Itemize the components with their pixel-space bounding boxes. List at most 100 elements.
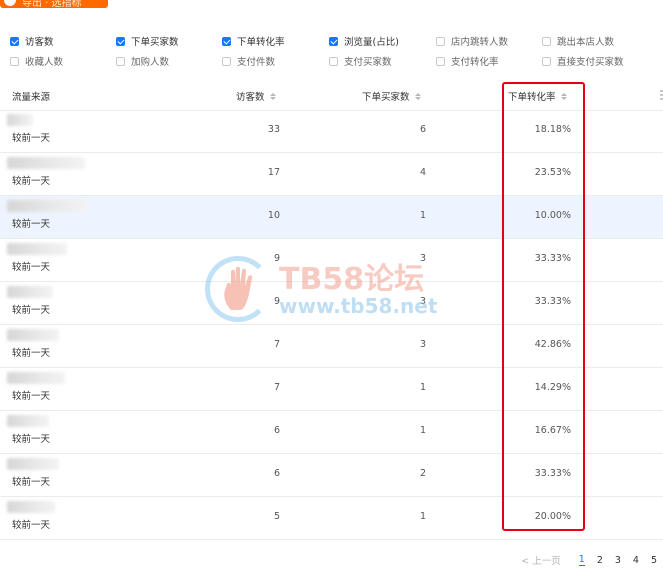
table-row[interactable]: 较前一天 17 4 23.53% (0, 153, 663, 196)
column-label: 访客数 (236, 92, 265, 103)
page-4-button[interactable]: 4 (633, 555, 639, 566)
cell-order-buyers: 1 (419, 511, 426, 522)
cell-visitors: 5 (273, 511, 280, 522)
filter-favorites[interactable]: 收藏人数 (10, 54, 63, 68)
filter-label: 收藏人数 (25, 57, 64, 68)
table-row[interactable]: 较前一天 9 3 33.33% (0, 282, 663, 325)
checkbox-icon[interactable] (436, 36, 445, 46)
source-compare: 较前一天 (12, 305, 51, 316)
cell-visitors: 10 (267, 210, 280, 221)
sort-icon[interactable] (269, 92, 276, 100)
filter-pay-rate[interactable]: 支付转化率 (436, 54, 499, 68)
filter-row-2: 收藏人数 加购人数 支付件数 支付买家数 支付转化率 直接支付买家数 (10, 54, 663, 74)
sort-icon[interactable] (414, 92, 421, 100)
filter-label: 浏览量(占比) (344, 37, 399, 48)
filter-label: 支付买家数 (344, 57, 392, 68)
filter-bounce[interactable]: 跳出本店人数 (542, 34, 614, 48)
sort-icon[interactable] (560, 92, 567, 100)
metric-filters: 访客数 下单买家数 下单转化率 浏览量(占比) 店内跳转人数 跳出本店人数 收藏… (10, 34, 663, 74)
filter-direct-pay[interactable]: 直接支付买家数 (542, 54, 624, 68)
table-row[interactable]: 较前一天 10 1 10.00% (0, 196, 663, 239)
export-button[interactable]: 导出 · 选指标 (0, 0, 108, 9)
cell-order-rate: 16.67% (534, 425, 571, 436)
filter-visitors[interactable]: 访客数 (10, 34, 54, 48)
table-header: 流量来源 访客数 下单买家数 下单转化率 (0, 80, 663, 111)
cell-visitors: 33 (267, 124, 280, 135)
column-header-order-rate[interactable]: 下单转化率 (508, 89, 567, 103)
table-row[interactable]: 较前一天 9 3 33.33% (0, 239, 663, 282)
table-row[interactable]: 较前一天 7 3 42.86% (0, 325, 663, 368)
table-row[interactable]: 较前一天 33 6 18.18% (0, 110, 663, 153)
checkbox-icon[interactable] (436, 56, 445, 66)
export-button-label: 导出 · 选指标 (22, 0, 82, 9)
cell-visitors: 17 (267, 167, 280, 178)
filter-label: 加购人数 (131, 57, 170, 68)
filter-order-buyers[interactable]: 下单买家数 (116, 34, 179, 48)
checkbox-icon[interactable] (329, 56, 338, 66)
cell-order-buyers: 1 (419, 210, 426, 221)
checkbox-icon[interactable] (116, 56, 125, 66)
page-3-button[interactable]: 3 (615, 555, 621, 566)
source-name-blurred (7, 243, 67, 255)
source-name-blurred (7, 114, 33, 126)
table-row[interactable]: 较前一天 6 1 16.67% (0, 411, 663, 454)
page-5-button[interactable]: 5 (651, 555, 657, 566)
filter-label: 店内跳转人数 (451, 37, 509, 48)
table-row[interactable]: 较前一天 6 2 33.33% (0, 454, 663, 497)
cell-order-rate: 33.33% (534, 296, 571, 307)
source-compare: 较前一天 (12, 219, 51, 230)
filter-pageviews[interactable]: 浏览量(占比) (329, 34, 399, 48)
cell-order-rate: 14.29% (534, 382, 571, 393)
source-name-blurred (7, 415, 49, 427)
filter-pay-buyers[interactable]: 支付买家数 (329, 54, 392, 68)
column-label: 流量来源 (12, 92, 51, 103)
column-label: 下单转化率 (508, 92, 556, 103)
cell-order-rate: 33.33% (534, 253, 571, 264)
source-name-blurred (7, 329, 59, 341)
cell-order-buyers: 3 (419, 253, 426, 264)
cell-order-rate: 42.86% (534, 339, 571, 350)
page-1-button[interactable]: 1 (578, 554, 585, 566)
filter-add-cart[interactable]: 加购人数 (116, 54, 169, 68)
source-name-blurred (7, 458, 59, 470)
filter-label: 支付转化率 (451, 57, 499, 68)
checkbox-icon[interactable] (222, 56, 231, 66)
checkbox-icon[interactable] (329, 36, 338, 46)
cell-order-buyers: 3 (419, 296, 426, 307)
cell-visitors: 6 (273, 468, 280, 479)
source-name-blurred (7, 501, 55, 513)
checkbox-icon[interactable] (542, 56, 551, 66)
cell-visitors: 9 (273, 296, 280, 307)
checkbox-icon[interactable] (222, 36, 231, 46)
cell-order-buyers: 6 (419, 124, 426, 135)
cell-order-rate: 18.18% (534, 124, 571, 135)
source-compare: 较前一天 (12, 391, 51, 402)
prev-page-button[interactable]: < 上一页 (521, 553, 560, 567)
filter-label: 下单转化率 (237, 37, 285, 48)
cell-order-rate: 23.53% (534, 167, 571, 178)
table-row[interactable]: 较前一天 5 1 20.00% (0, 497, 663, 540)
cell-visitors: 9 (273, 253, 280, 264)
cell-order-rate: 33.33% (534, 468, 571, 479)
column-header-order-buyers[interactable]: 下单买家数 (362, 89, 421, 103)
source-compare: 较前一天 (12, 348, 51, 359)
source-name-blurred (7, 372, 65, 384)
column-header-visitors[interactable]: 访客数 (236, 89, 276, 103)
filter-order-rate[interactable]: 下单转化率 (222, 34, 285, 48)
source-compare: 较前一天 (12, 477, 51, 488)
checkbox-icon[interactable] (10, 36, 19, 46)
cell-visitors: 7 (273, 382, 280, 393)
filter-instore-jump[interactable]: 店内跳转人数 (436, 34, 508, 48)
column-header-source: 流量来源 (12, 89, 50, 103)
cell-order-rate: 20.00% (534, 511, 571, 522)
page-2-button[interactable]: 2 (597, 555, 603, 566)
source-compare: 较前一天 (12, 133, 51, 144)
source-compare: 较前一天 (12, 262, 51, 273)
checkbox-icon[interactable] (10, 56, 19, 66)
cell-order-buyers: 4 (419, 167, 426, 178)
cell-order-buyers: 2 (419, 468, 426, 479)
checkbox-icon[interactable] (542, 36, 551, 46)
table-row[interactable]: 较前一天 7 1 14.29% (0, 368, 663, 411)
filter-pay-items[interactable]: 支付件数 (222, 54, 275, 68)
checkbox-icon[interactable] (116, 36, 125, 46)
